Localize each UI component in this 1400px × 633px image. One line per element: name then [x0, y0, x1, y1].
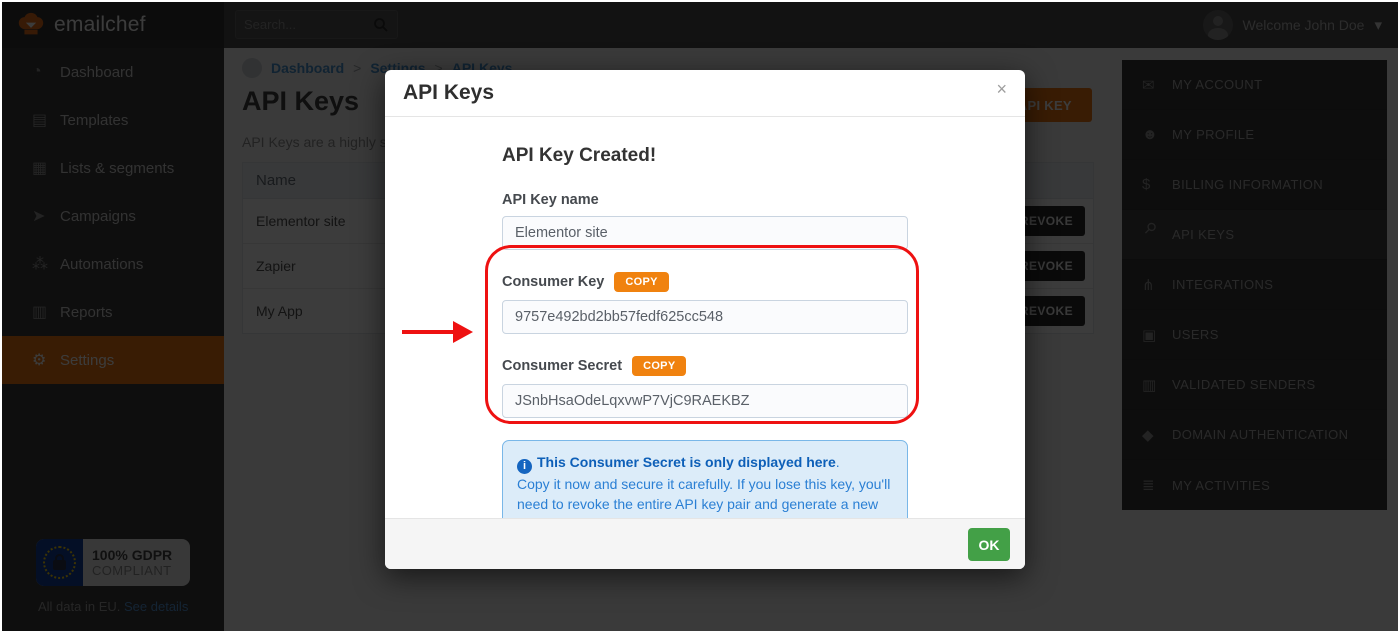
- copy-consumer-key-button[interactable]: COPY: [614, 272, 668, 292]
- consumer-key-label: Consumer Key: [502, 274, 604, 290]
- info-bold-text: This Consumer Secret is only displayed h…: [537, 454, 836, 470]
- api-keys-modal: API Keys × API Key Created! API Key name…: [385, 70, 1025, 569]
- consumer-key-input[interactable]: [502, 300, 908, 334]
- modal-header: API Keys ×: [385, 70, 1025, 117]
- consumer-secret-input[interactable]: [502, 384, 908, 418]
- ok-button[interactable]: OK: [968, 528, 1010, 561]
- annotation-arrow: [402, 330, 455, 334]
- app-window: emailchef Welcome John Doe ▾ ◔ Dashboard…: [2, 2, 1398, 631]
- annotation-arrow-head-icon: [453, 321, 473, 343]
- modal-footer: OK: [385, 518, 1025, 569]
- api-key-name-label: API Key name: [502, 192, 599, 208]
- api-key-name-input[interactable]: [502, 216, 908, 250]
- close-icon[interactable]: ×: [996, 80, 1007, 98]
- api-key-created-heading: API Key Created!: [502, 145, 908, 167]
- modal-title: API Keys: [403, 81, 996, 105]
- modal-body: API Key Created! API Key name Consumer K…: [502, 117, 908, 547]
- info-icon: i: [517, 459, 532, 474]
- copy-consumer-secret-button[interactable]: COPY: [632, 356, 686, 376]
- consumer-secret-label: Consumer Secret: [502, 358, 622, 374]
